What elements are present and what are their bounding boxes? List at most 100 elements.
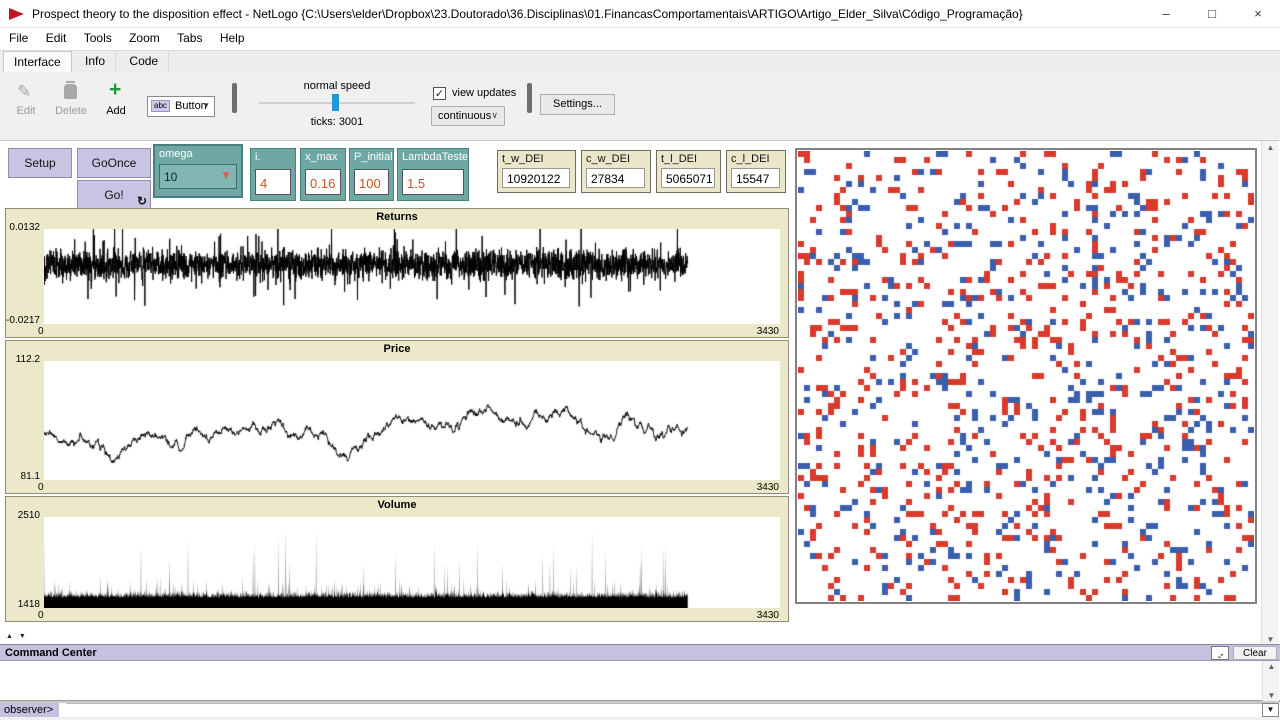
delete-button-label[interactable]: Delete <box>53 105 89 117</box>
go-once-button[interactable]: GoOnce <box>77 148 151 178</box>
x-axis-min-label: 0 <box>38 610 44 621</box>
volume-plot-canvas <box>44 517 780 608</box>
price-plot: Price 112.2 81.1 0 3430 <box>5 340 789 494</box>
omega-chooser[interactable]: omega 10 ▼ <box>153 144 243 198</box>
splitter-down-icon[interactable]: ▼ <box>19 633 28 640</box>
interface-canvas: Setup GoOnce Go! ↻ omega 10 ▼ i. 4 x_max… <box>0 140 1280 646</box>
plot-title: Returns <box>6 211 788 223</box>
tab-info[interactable]: Info <box>75 51 116 73</box>
monitor-value: 5065071 <box>661 168 715 188</box>
volume-plot: Volume 2510 1418 0 3430 <box>5 496 789 622</box>
monitor-label: c_w_DEI <box>586 153 630 165</box>
input-value-field[interactable]: 0.16 <box>305 169 341 195</box>
menu-tabs[interactable]: Tabs <box>170 28 209 50</box>
history-dropdown-icon[interactable]: ▼ <box>1262 703 1279 717</box>
window-title: Prospect theory to the disposition effec… <box>32 7 1023 21</box>
minimize-button[interactable]: – <box>1143 0 1189 28</box>
close-button[interactable]: × <box>1235 0 1280 28</box>
edit-button-label[interactable]: Edit <box>11 105 41 117</box>
command-input[interactable] <box>66 703 1262 717</box>
monitor-label: t_w_DEI <box>502 153 544 165</box>
toolbar-separator <box>527 83 532 113</box>
menu-help[interactable]: Help <box>213 28 252 50</box>
menu-edit[interactable]: Edit <box>39 28 74 50</box>
view-updates-label: view updates <box>452 87 516 99</box>
tab-code[interactable]: Code <box>119 51 169 73</box>
add-plus-icon[interactable]: + <box>109 78 121 102</box>
command-center-expand-button[interactable]: ↔ <box>1211 646 1229 660</box>
menu-file[interactable]: File <box>2 28 35 50</box>
command-center-header: Command Center ↔ Clear <box>0 644 1280 661</box>
ticks-counter: ticks: 3001 <box>258 116 416 128</box>
update-mode-value: continuous <box>438 110 491 122</box>
monitor-t-w-dei: t_w_DEI 10920122 <box>497 150 576 193</box>
chevron-down-icon: ∨ <box>491 110 498 121</box>
command-center-splitter[interactable]: ▲ ▼ <box>6 633 36 643</box>
scroll-down-icon[interactable]: ▼ <box>1262 635 1279 644</box>
toolbar-separator <box>232 83 237 113</box>
command-center-title: Command Center <box>5 647 97 659</box>
go-forever-button[interactable]: Go! ↻ <box>77 180 151 210</box>
splitter-up-icon[interactable]: ▲ <box>6 633 15 640</box>
x-axis-max-label: 3430 <box>757 482 779 493</box>
tab-interface[interactable]: Interface <box>3 51 72 73</box>
setup-button[interactable]: Setup <box>8 148 72 178</box>
y-axis-min-label: 1418 <box>6 599 40 610</box>
input-p-initial[interactable]: P_initial 100 <box>349 148 394 201</box>
observer-prompt: observer> <box>0 703 59 717</box>
monitor-label: t_l_DEI <box>661 153 697 165</box>
y-axis-min-label: 81.1 <box>6 471 40 482</box>
view-updates-checkbox[interactable]: ✓ <box>433 87 446 100</box>
price-plot-canvas <box>44 361 780 480</box>
output-scrollbar[interactable]: ▲ ▼ <box>1262 661 1279 701</box>
returns-plot-canvas <box>44 229 780 324</box>
monitor-value: 15547 <box>731 168 780 188</box>
input-value-field[interactable]: 4 <box>255 169 291 195</box>
world-view[interactable] <box>795 148 1257 604</box>
chooser-label: omega <box>159 148 193 160</box>
netlogo-logo-icon <box>9 8 24 20</box>
input-value-field[interactable]: 100 <box>354 169 389 195</box>
menu-tools[interactable]: Tools <box>77 28 119 50</box>
command-input-row: observer> ▼ <box>0 703 1280 717</box>
interface-vertical-scrollbar[interactable]: ▲ ▼ <box>1261 141 1278 646</box>
command-center-output[interactable]: ▲ ▼ <box>0 661 1280 701</box>
y-axis-max-label: 112.2 <box>6 354 40 365</box>
add-button-label[interactable]: Add <box>101 105 131 117</box>
monitor-label: c_l_DEI <box>731 153 770 165</box>
toolbar: ✎ Edit Delete + Add abc Button ▼ normal … <box>0 72 1280 140</box>
input-label: i. <box>255 151 261 163</box>
plot-title: Price <box>6 343 788 355</box>
widget-type-dropdown[interactable]: abc Button ▼ <box>147 96 215 117</box>
chevron-down-icon: ▼ <box>202 101 210 110</box>
menu-bar: File Edit Tools Zoom Tabs Help <box>0 28 1280 50</box>
speed-slider-thumb[interactable] <box>332 94 339 111</box>
y-axis-max-label: 0.0132 <box>6 222 40 233</box>
input-value-field[interactable]: 1.5 <box>402 169 464 195</box>
scroll-up-icon[interactable]: ▲ <box>1262 143 1279 152</box>
settings-button[interactable]: Settings... <box>540 94 615 115</box>
maximize-button[interactable]: □ <box>1189 0 1235 28</box>
input-x-max[interactable]: x_max 0.16 <box>300 148 346 201</box>
clear-button[interactable]: Clear <box>1233 646 1277 660</box>
chooser-value-box[interactable]: 10 ▼ <box>159 164 237 189</box>
scroll-up-icon[interactable]: ▲ <box>1263 662 1280 671</box>
go-button-label: Go! <box>104 188 123 202</box>
input-label: LambdaTeste <box>402 151 468 163</box>
world-view-canvas[interactable] <box>798 151 1254 601</box>
netlogo-window: Prospect theory to the disposition effec… <box>0 0 1280 720</box>
update-mode-dropdown[interactable]: continuous ∨ <box>431 106 505 126</box>
input-i[interactable]: i. 4 <box>250 148 296 201</box>
edit-pencil-icon[interactable]: ✎ <box>17 82 31 102</box>
menu-zoom[interactable]: Zoom <box>122 28 167 50</box>
scroll-down-icon[interactable]: ▼ <box>1263 691 1280 700</box>
x-axis-min-label: 0 <box>38 326 44 337</box>
input-lambda-teste[interactable]: LambdaTeste 1.5 <box>397 148 469 201</box>
monitor-c-l-dei: c_l_DEI 15547 <box>726 150 786 193</box>
monitor-value: 27834 <box>586 168 645 188</box>
returns-plot: Returns 0.0132 -0.0217 0 3430 <box>5 208 789 338</box>
delete-trash-icon[interactable] <box>64 84 77 99</box>
monitor-c-w-dei: c_w_DEI 27834 <box>581 150 651 193</box>
input-label: x_max <box>305 151 337 163</box>
x-axis-min-label: 0 <box>38 482 44 493</box>
